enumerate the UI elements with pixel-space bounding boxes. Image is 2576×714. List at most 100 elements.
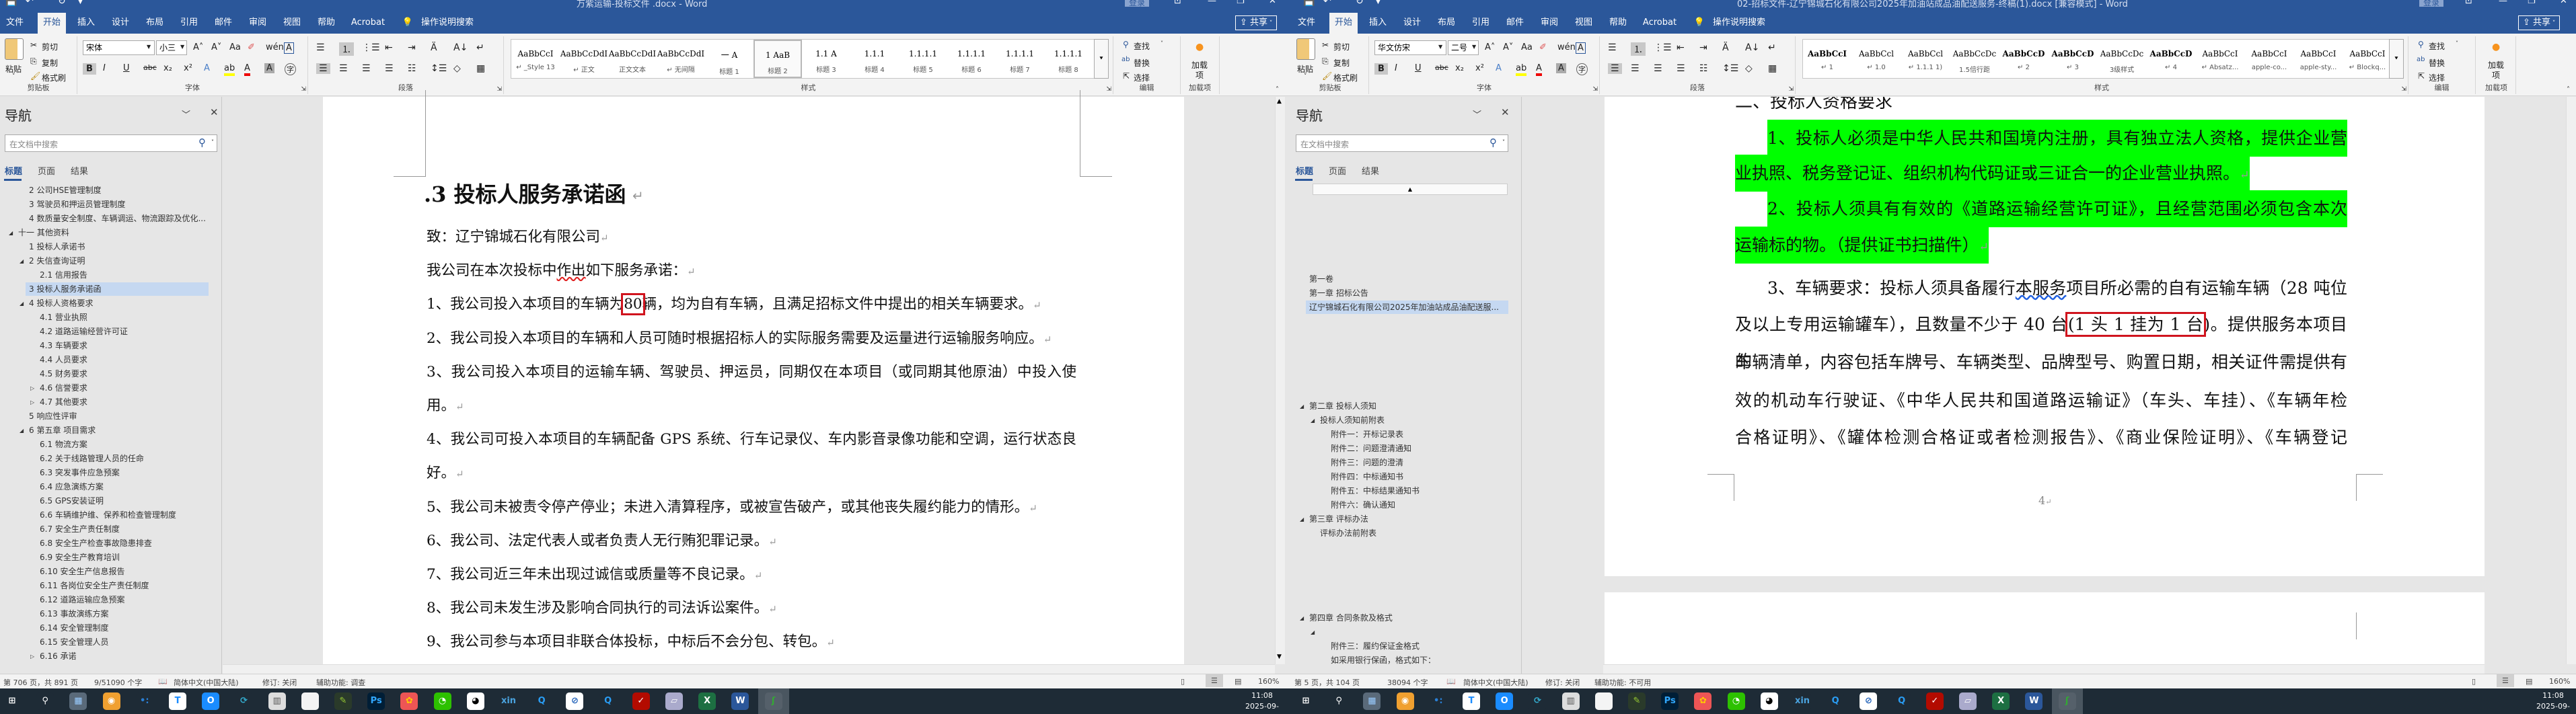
bold-button[interactable]: B (1374, 63, 1388, 75)
nav-heading-item[interactable]: 附件六：确认通知 (1331, 498, 1395, 512)
chevron-down-icon[interactable]: ▼ (180, 44, 184, 50)
style-item[interactable]: AaBbCcDc 3级样式 (2098, 40, 2146, 78)
expand-triangle-icon[interactable]: ◢ (1300, 399, 1304, 413)
wechat-icon[interactable]: ◔ (433, 692, 451, 710)
nav-heading-item[interactable]: 评标办法前附表 (1320, 526, 1376, 541)
nav-options-chevron-icon[interactable]: ﹀ (182, 108, 190, 120)
nav-heading-item[interactable]: 6 第五章 项目需求 (29, 424, 96, 438)
taskbar-clock[interactable]: 11:08 2025-09-25 (2533, 690, 2573, 714)
nav-heading-item[interactable]: 5 响应性评审 (29, 409, 77, 424)
enclose-characters-button[interactable]: 字 (285, 63, 296, 75)
subscript-button[interactable]: x₂ (1455, 63, 1464, 73)
multilevel-list-button[interactable]: ⋮☰ (1654, 42, 1672, 53)
addins-icon[interactable]: ● (1195, 42, 1204, 52)
tencent-docs-icon[interactable]: T (1463, 692, 1480, 710)
style-item[interactable]: AaBbCcI apple-co... (2245, 40, 2293, 78)
clear-format-icon[interactable]: ✐ (248, 42, 255, 52)
minimize-icon[interactable]: — (2499, 0, 2507, 6)
align-right-button[interactable]: ☰ (362, 63, 371, 74)
cut-icon[interactable]: ✂ (30, 40, 37, 50)
cloud-circle-icon[interactable]: ⊘ (566, 692, 584, 710)
photoshop-icon[interactable]: Ps (1661, 692, 1679, 710)
find-button[interactable]: 查找 (2429, 40, 2445, 52)
save-icon[interactable]: 💾 (5, 0, 17, 7)
read-mode-icon[interactable]: ▯ (2472, 677, 2476, 686)
nav-tab[interactable]: 标题 (5, 164, 22, 177)
save-icon[interactable]: 💾 (1303, 0, 1315, 7)
distributed-button[interactable]: ☷ (408, 63, 416, 74)
undo-icon[interactable]: ↶ (1323, 0, 1331, 7)
style-item[interactable]: 1.1.1 标题 4 (850, 40, 899, 78)
character-shading-button[interactable]: A (1556, 63, 1566, 73)
tab-item[interactable]: 邮件 (1501, 13, 1529, 34)
nav-heading-item[interactable]: 4.7 其他要求 (40, 395, 87, 409)
style-item[interactable]: AaBbCcD ↵ 4 (2147, 40, 2195, 78)
blank-document-icon[interactable] (1594, 692, 1613, 710)
file-shredder-icon[interactable]: ▥ (268, 692, 286, 710)
font-name-select[interactable]: 宋体 (83, 40, 155, 55)
nav-heading-item[interactable]: 4.3 车辆要求 (40, 339, 87, 353)
expand-triangle-icon[interactable]: ◢ (9, 226, 13, 240)
huawei-flower-icon[interactable]: ✿ (1694, 692, 1712, 710)
style-item[interactable]: AaBbCcDc 1.5倍行距 (1950, 40, 1999, 78)
restore-icon[interactable]: ❐ (2528, 0, 2536, 6)
expand-triangle-icon[interactable]: ◢ (1311, 413, 1315, 428)
underline-button[interactable]: U (1415, 63, 1422, 73)
phonetic-guide-button[interactable]: wén (266, 42, 284, 52)
align-left-button[interactable]: ☰ (1608, 63, 1622, 74)
share-button[interactable]: ⇪ 共享 ˅ (1235, 15, 1278, 30)
style-item[interactable]: 1 AaB 标题 2 (753, 40, 802, 78)
redo-icon[interactable]: ↻ (1356, 0, 1364, 7)
nav-heading-item[interactable]: 3 投标人服务承诺函 (29, 282, 101, 296)
vertical-scrollbar[interactable] (1275, 97, 1285, 664)
nav-heading-item[interactable]: 6.1 物流方案 (40, 438, 87, 452)
multilevel-list-button[interactable]: ⋮☰ (362, 42, 380, 53)
acrobat-icon[interactable]: ✓ (1925, 692, 1944, 710)
customize-qat-icon[interactable]: ▼ (1376, 0, 1381, 5)
select-icon[interactable]: ⇱ (2418, 71, 2425, 81)
nav-heading-item[interactable]: 6.8 安全生产检查事故隐患排查 (40, 537, 152, 551)
minimize-icon[interactable]: — (1208, 0, 1216, 6)
tab-item[interactable]: 引用 (1467, 13, 1495, 34)
nav-heading-item[interactable]: 6.4 应急演练方案 (40, 480, 104, 494)
nav-heading-item[interactable]: 4.5 财务要求 (40, 367, 87, 381)
web-layout-icon[interactable]: ▤ (1235, 677, 1241, 686)
tab-item[interactable]: 插入 (72, 13, 100, 34)
tab-item[interactable]: 文件 (1, 13, 29, 34)
sign-in-button[interactable]: 登录 (1125, 0, 1150, 7)
connect-dots-icon[interactable]: •: (1429, 692, 1447, 710)
search-icon[interactable]: ⚲ (36, 692, 54, 710)
web-layout-icon[interactable]: ▤ (2526, 677, 2532, 686)
show-marks-button[interactable]: ↵ (1768, 42, 1776, 53)
ribbon-display-options-icon[interactable]: ⊡ (2465, 0, 2472, 6)
nav-heading-item[interactable]: 第二章 投标人须知 (1309, 399, 1376, 413)
nav-tab[interactable]: 页面 (1329, 164, 1346, 177)
calculator-icon[interactable]: ▦ (1363, 692, 1381, 710)
proofing-icon[interactable]: 📖 (1446, 677, 1456, 686)
close-icon[interactable]: ✕ (2560, 0, 2567, 6)
calculator-icon[interactable]: ▦ (69, 692, 87, 710)
track-changes-status[interactable]: 修订: 关闭 (1545, 677, 1580, 688)
style-item[interactable]: AaBbCcI ↵ Blockq... (2343, 40, 2392, 78)
sync-arrows-icon[interactable]: ⟳ (235, 692, 253, 710)
italic-button[interactable]: I (1395, 63, 1397, 73)
photo-viewer-icon[interactable]: ◉ (102, 692, 120, 710)
nav-heading-item[interactable]: 1 投标人承诺书 (29, 240, 85, 254)
nav-heading-item[interactable]: 4.1 营业执照 (40, 311, 87, 325)
styles-more-button[interactable]: ⯆ (2389, 39, 2404, 79)
scroll-down-arrow-icon[interactable]: ▼ (1277, 653, 1282, 660)
nav-search-input[interactable]: 在文档中搜索 ⚲ ˅ (5, 134, 217, 152)
nav-heading-item[interactable]: 辽宁锦城石化有限公司2025年加油站成品油配送服... (1309, 301, 1499, 315)
accessibility-status[interactable]: 辅助功能: 调查 (316, 677, 365, 688)
asian-layout-button[interactable]: Ä (431, 42, 437, 53)
nav-heading-item[interactable]: 6.7 安全生产责任制度 (40, 522, 120, 537)
copy-button[interactable]: 复制 (1333, 57, 1350, 69)
highlight-color-button[interactable]: ab (224, 63, 235, 76)
sync-arrows-icon[interactable]: ⟳ (1529, 692, 1547, 710)
font-name-select[interactable]: 华文仿宋 (1374, 40, 1446, 55)
show-marks-button[interactable]: ↵ (476, 42, 484, 53)
center-button[interactable]: ☰ (1631, 63, 1640, 74)
xin-app-icon[interactable]: xin (500, 692, 517, 710)
copy-icon[interactable]: ⎘ (30, 56, 37, 67)
nav-heading-item[interactable]: 6.3 突发事件应急预案 (40, 466, 120, 480)
